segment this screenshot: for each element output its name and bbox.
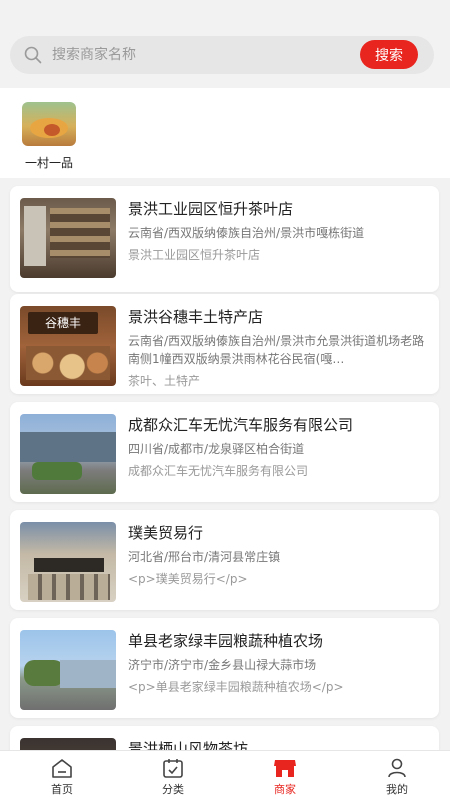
merchant-photo	[20, 630, 116, 710]
merchant-name: 景洪工业园区恒升茶叶店	[128, 200, 294, 218]
category-section: 一村一品	[0, 88, 450, 178]
tab-home[interactable]: 首页	[22, 755, 102, 800]
search-bar: 搜索	[10, 36, 434, 74]
merchant-name: 单县老家绿丰园粮蔬种植农场	[128, 632, 324, 650]
merchant-address: 河北省/邢台市/清河县常庄镇	[128, 550, 281, 564]
merchant-name: 景洪谷穗丰土特产店	[128, 308, 264, 326]
merchant-description: <p>璞美贸易行</p>	[128, 572, 248, 586]
merchant-name: 成都众汇车无忧汽车服务有限公司	[128, 416, 354, 434]
merchant-address: 云南省/西双版纳傣族自治州/景洪市嘎栋街道	[128, 226, 365, 240]
search-icon	[24, 46, 42, 64]
merchant-description: 茶叶、土特产	[128, 374, 201, 388]
merchant-description: <p>单县老家绿丰园粮蔬种植农场</p>	[128, 680, 344, 694]
tab-category[interactable]: 分类	[133, 755, 213, 800]
header: 搜索	[0, 0, 450, 90]
merchant-card[interactable]: 景洪工业园区恒升茶叶店 云南省/西双版纳傣族自治州/景洪市嘎栋街道 景洪工业园区…	[10, 186, 439, 292]
bottom-tab-bar: 首页 分类 商家 我的	[0, 750, 450, 800]
merchant-photo: 谷穗丰	[20, 306, 116, 386]
merchant-card[interactable]: 单县老家绿丰园粮蔬种植农场 济宁市/济宁市/金乡县山禄大蒜市场 <p>单县老家绿…	[10, 618, 439, 718]
merchant-photo	[20, 414, 116, 494]
produce-basket-image	[22, 102, 76, 146]
home-icon	[52, 759, 72, 778]
merchant-card[interactable]: 谷穗丰 景洪谷穗丰土特产店 云南省/西双版纳傣族自治州/景洪市允景洪街道机场老路…	[10, 294, 439, 394]
merchant-name: 璞美贸易行	[128, 524, 204, 542]
tab-label: 分类	[162, 783, 184, 796]
calendar-icon	[163, 759, 183, 778]
merchant-photo	[20, 198, 116, 278]
merchant-card[interactable]: 璞美贸易行 河北省/邢台市/清河县常庄镇 <p>璞美贸易行</p>	[10, 510, 439, 610]
tab-label: 我的	[386, 783, 408, 796]
merchant-address: 云南省/西双版纳傣族自治州/景洪市允景洪街道机场老路南侧1幢西双版纳景洪雨林花谷…	[128, 334, 425, 366]
tab-merchants[interactable]: 商家	[245, 755, 325, 800]
merchant-photo	[20, 522, 116, 602]
tab-label: 首页	[51, 783, 73, 796]
search-input[interactable]	[52, 36, 352, 74]
tab-profile[interactable]: 我的	[357, 755, 437, 800]
tab-label: 商家	[274, 783, 296, 796]
merchant-description: 景洪工业园区恒升茶叶店	[128, 248, 261, 262]
store-icon	[274, 760, 296, 777]
merchant-address: 济宁市/济宁市/金乡县山禄大蒜市场	[128, 658, 317, 672]
category-label: 一村一品	[24, 156, 73, 170]
user-icon	[388, 758, 406, 778]
merchant-description: 成都众汇车无忧汽车服务有限公司	[128, 464, 309, 478]
category-item-yicunyipin[interactable]: 一村一品	[18, 102, 80, 171]
shop-sign: 谷穗丰	[28, 312, 98, 334]
search-button[interactable]: 搜索	[360, 40, 418, 69]
merchant-card[interactable]: 成都众汇车无忧汽车服务有限公司 四川省/成都市/龙泉驿区柏合街道 成都众汇车无忧…	[10, 402, 439, 502]
merchant-address: 四川省/成都市/龙泉驿区柏合街道	[128, 442, 305, 456]
